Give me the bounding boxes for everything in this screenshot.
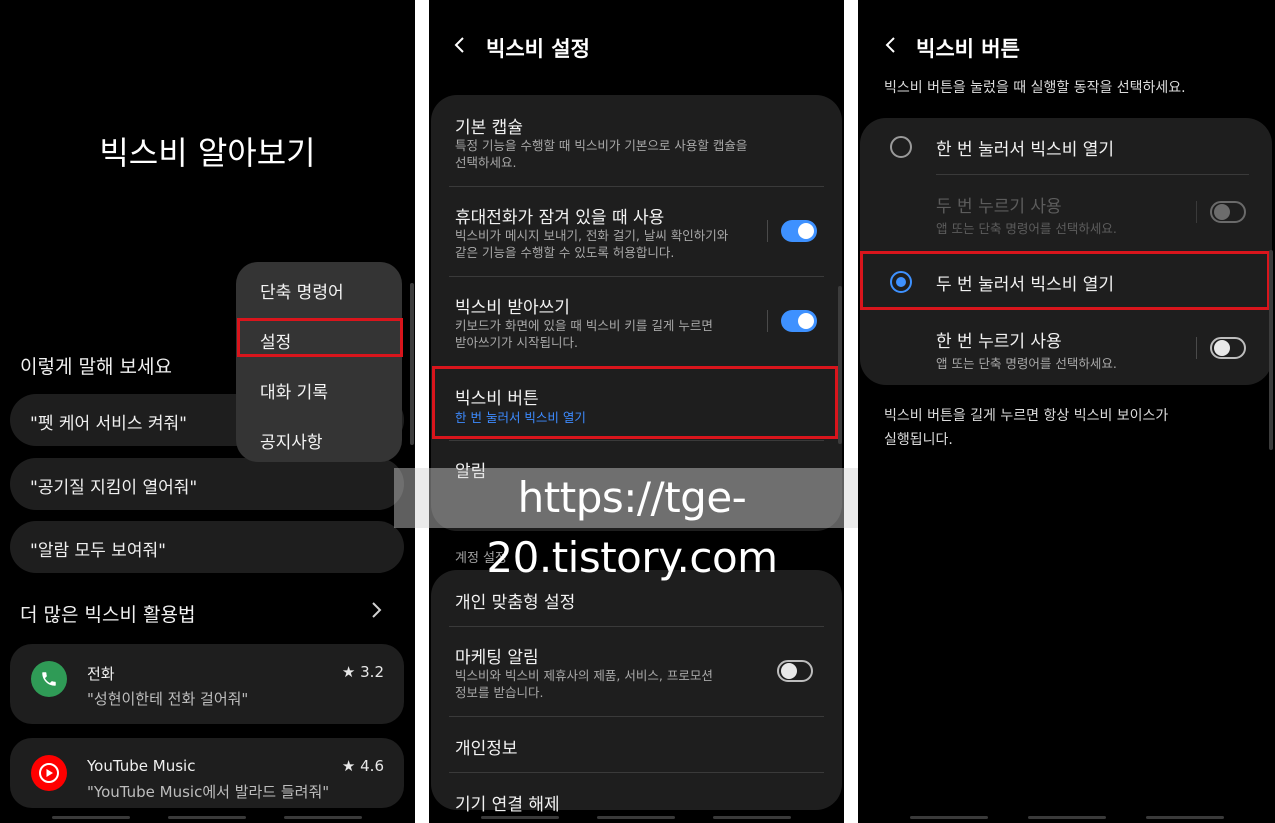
phrase-text: "공기질 지킴이 열어줘" (30, 478, 198, 498)
menu-item-shortcuts[interactable]: 단축 명령어 (260, 278, 344, 303)
menu-item-history[interactable]: 대화 기록 (260, 378, 328, 403)
nav-bar (481, 816, 559, 819)
disconnect-title[interactable]: 기기 연결 해제 (455, 790, 560, 815)
separator (767, 220, 768, 242)
phrase-air-quality[interactable]: "공기질 지킴이 열어줘" (10, 458, 404, 510)
bixby-home-screen: 빅스비 알아보기 이렇게 말해 보세요 "펫 케어 서비스 켜줘" "공기질 지… (0, 0, 415, 823)
single-press-use-desc: 앱 또는 단축 명령어를 선택하세요. (936, 356, 1117, 371)
option-single-press-label[interactable]: 한 번 눌러서 빅스비 열기 (936, 135, 1114, 160)
double-press-toggle (1210, 201, 1246, 223)
nav-bar (1146, 816, 1224, 819)
phrase-alarms[interactable]: "알람 모두 보여줘" (10, 521, 404, 573)
app-name: 전화 (87, 665, 115, 683)
back-arrow-icon[interactable] (453, 35, 467, 55)
phrase-text: "알람 모두 보여줘" (30, 541, 166, 561)
double-press-use-desc: 앱 또는 단축 명령어를 선택하세요. (936, 221, 1117, 236)
page-title: 빅스비 설정 (486, 37, 590, 61)
nav-bar (713, 816, 791, 819)
separator (1196, 337, 1197, 359)
app-name: YouTube Music (87, 757, 196, 775)
app-card-phone[interactable]: 전화 ★ 3.2 "성현이한테 전화 걸어줘" (10, 644, 404, 724)
marketing-desc: 빅스비와 빅스비 제휴사의 제품, 서비스, 프로모션 정보를 받습니다. (455, 668, 713, 700)
dictation-desc: 키보드가 화면에 있을 때 빅스비 키를 길게 누르면 받아쓰기가 시작됩니다. (455, 318, 713, 350)
scrollbar[interactable] (410, 283, 414, 445)
nav-bar (168, 816, 246, 819)
double-press-use-title: 두 번 누르기 사용 (936, 197, 1062, 217)
youtube-music-icon (31, 755, 67, 791)
marketing-title[interactable]: 마케팅 알림 (455, 643, 539, 668)
dictation-title[interactable]: 빅스비 받아쓰기 (455, 293, 570, 318)
single-press-use-title[interactable]: 한 번 누르기 사용 (936, 327, 1062, 352)
default-capsule-title[interactable]: 기본 캡슐 (455, 113, 523, 138)
lock-screen-desc: 빅스비가 메시지 보내기, 전화 걸기, 날씨 확인하기와 같은 기능을 수행할… (455, 228, 729, 260)
menu-item-notices[interactable]: 공지사항 (260, 428, 323, 453)
watermark-text: https://tge-20.tistory.com (486, 473, 778, 582)
scrollbar[interactable] (1269, 250, 1273, 450)
page-description: 빅스비 버튼을 눌렀을 때 실행할 동작을 선택하세요. (884, 80, 1186, 96)
marketing-toggle[interactable] (777, 660, 813, 682)
lock-screen-toggle[interactable] (781, 220, 817, 242)
personalization-title[interactable]: 개인 맞춤형 설정 (455, 588, 575, 613)
separator (1196, 201, 1197, 223)
highlight-box (860, 251, 1270, 310)
divider (449, 440, 824, 441)
nav-bar (910, 816, 988, 819)
phrase-text: "펫 케어 서비스 켜줘" (30, 414, 187, 434)
phone-icon (31, 661, 67, 697)
dictation-toggle[interactable] (781, 310, 817, 332)
account-group: 개인 맞춤형 설정 마케팅 알림 빅스비와 빅스비 제휴사의 제품, 서비스, … (431, 570, 842, 815)
nav-bar (1028, 816, 1106, 819)
app-rating: ★ 3.2 (341, 663, 384, 681)
default-capsule-desc: 특정 기능을 수행할 때 빅스비가 기본으로 사용할 캡슐을 선택하세요. (455, 138, 748, 170)
single-press-toggle[interactable] (1210, 337, 1246, 359)
bixby-button-screen: 빅스비 버튼 빅스비 버튼을 눌렀을 때 실행할 동작을 선택하세요. 한 번 … (858, 0, 1275, 823)
more-tips-link[interactable]: 더 많은 빅스비 활용법 (20, 600, 195, 627)
page-title: 빅스비 버튼 (916, 37, 1020, 61)
scrollbar[interactable] (838, 286, 842, 444)
settings-group: 기본 캡슐 특정 기능을 수행할 때 빅스비가 기본으로 사용할 캡슐을 선택하… (431, 95, 842, 531)
divider (449, 716, 824, 717)
try-saying-heading: 이렇게 말해 보세요 (20, 356, 172, 378)
nav-bar (597, 816, 675, 819)
divider (449, 276, 824, 277)
highlight-box (237, 318, 403, 357)
app-rating: ★ 4.6 (341, 757, 384, 775)
app-example: "YouTube Music에서 발라드 들려줘" (87, 783, 330, 801)
nav-bar (284, 816, 362, 819)
highlight-box (432, 366, 838, 439)
radio-single-press[interactable] (890, 136, 912, 158)
separator (767, 310, 768, 332)
app-card-youtube-music[interactable]: YouTube Music ★ 4.6 "YouTube Music에서 발라드… (10, 738, 404, 808)
overflow-menu: 단축 명령어 설정 대화 기록 공지사항 (236, 262, 402, 462)
nav-bar (52, 816, 130, 819)
divider (449, 626, 824, 627)
lock-screen-title[interactable]: 휴대전화가 잠겨 있을 때 사용 (455, 203, 664, 228)
privacy-title[interactable]: 개인정보 (455, 734, 518, 759)
footer-note: 빅스비 버튼을 길게 누르면 항상 빅스비 보이스가 실행됩니다. (884, 408, 1169, 448)
back-arrow-icon[interactable] (884, 35, 898, 55)
app-example: "성현이한테 전화 걸어줘" (87, 690, 249, 708)
chevron-right-icon[interactable] (370, 600, 384, 620)
divider (449, 186, 824, 187)
divider (936, 174, 1249, 175)
page-title: 빅스비 알아보기 (99, 134, 316, 172)
divider (449, 772, 824, 773)
